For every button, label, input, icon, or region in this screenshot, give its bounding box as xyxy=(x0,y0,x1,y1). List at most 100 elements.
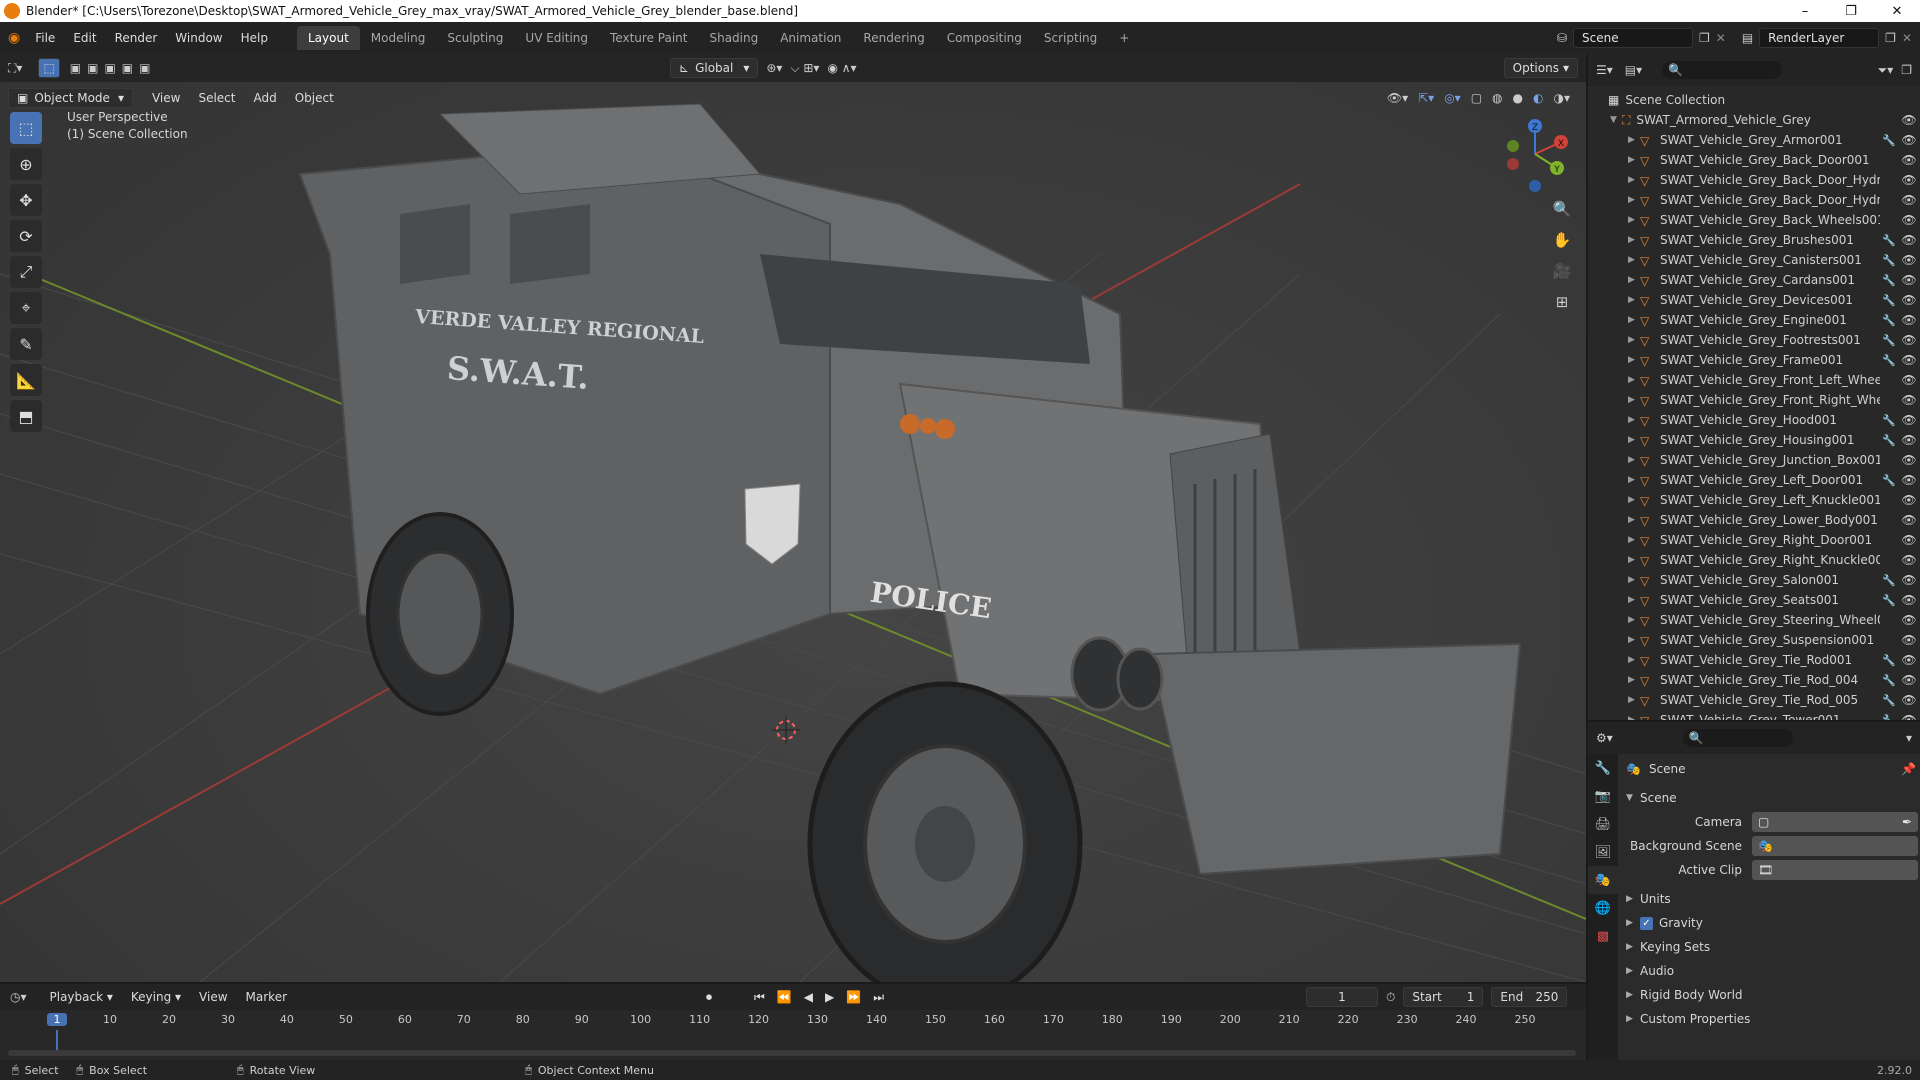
cursor-tool[interactable]: ⊕ xyxy=(10,148,42,180)
expand-arrow-icon[interactable]: ▶ xyxy=(1628,675,1640,685)
move-tool[interactable]: ✥ xyxy=(10,184,42,216)
render-tab-icon[interactable]: 📷 xyxy=(1588,782,1618,810)
new-scene-icon[interactable]: ❐ xyxy=(1699,31,1710,45)
modifier-icon[interactable]: 🔧 xyxy=(1880,274,1898,287)
visibility-eye-icon[interactable]: 👁 xyxy=(1898,373,1920,387)
outliner-item[interactable]: ▶ ▽ SWAT_Vehicle_Grey_Back_Door_Hydrau 👁 xyxy=(1608,190,1920,210)
expand-arrow-icon[interactable]: ▶ xyxy=(1628,555,1640,565)
background-scene-field[interactable]: 🎭 xyxy=(1752,836,1918,856)
expand-arrow-icon[interactable]: ▶ xyxy=(1628,435,1640,445)
select-tool-icon[interactable]: ⬚ xyxy=(38,58,60,78)
outliner-collection[interactable]: ▼ ⛶ SWAT_Armored_Vehicle_Grey 👁 xyxy=(1608,110,1920,130)
custom-properties-panel[interactable]: ▶ Custom Properties xyxy=(1626,1008,1750,1030)
outliner-item[interactable]: ▶ ▽ SWAT_Vehicle_Grey_Footrests001 🔧 👁 xyxy=(1608,330,1920,350)
view-layer-icon[interactable]: ▤ xyxy=(1742,31,1753,45)
outliner-item[interactable]: ▶ ▽ SWAT_Vehicle_Grey_Front_Left_Wheel0 👁 xyxy=(1608,370,1920,390)
maximize-button[interactable]: ❐ xyxy=(1828,4,1874,19)
visibility-eye-icon[interactable]: 👁 xyxy=(1898,113,1920,127)
gravity-panel[interactable]: ▶ ✓ Gravity xyxy=(1626,912,1703,934)
visibility-eye-icon[interactable]: 👁 xyxy=(1898,333,1920,347)
tab-scripting[interactable]: Scripting xyxy=(1033,26,1108,50)
scene-icon[interactable]: ⛁ xyxy=(1557,31,1567,45)
zoom-icon[interactable]: 🔍 xyxy=(1550,194,1574,225)
mode-dropdown[interactable]: ▣ Object Mode ▾ xyxy=(8,88,133,108)
expand-arrow-icon[interactable]: ▶ xyxy=(1628,175,1640,185)
expand-arrow-icon[interactable]: ▶ xyxy=(1628,575,1640,585)
annotate-tool[interactable]: ✎ xyxy=(10,328,42,360)
add-cube-tool[interactable]: ⬒ xyxy=(10,400,42,432)
active-clip-field[interactable]: 🎞 xyxy=(1752,860,1918,880)
visibility-eye-icon[interactable]: 👁 xyxy=(1898,173,1920,187)
measure-tool[interactable]: 📐 xyxy=(10,364,42,396)
transform-tool[interactable]: ⌖ xyxy=(10,292,42,324)
expand-arrow-icon[interactable]: ▶ xyxy=(1628,635,1640,645)
visibility-eye-icon[interactable]: 👁 xyxy=(1898,413,1920,427)
add-workspace-button[interactable]: + xyxy=(1108,26,1140,50)
wireframe-shading-icon[interactable]: ◍ xyxy=(1492,91,1502,105)
blender-menu-icon[interactable]: ◉ xyxy=(8,30,20,46)
gravity-checkbox[interactable]: ✓ xyxy=(1640,916,1653,930)
expand-arrow-icon[interactable]: ▶ xyxy=(1628,535,1640,545)
tab-shading[interactable]: Shading xyxy=(698,26,769,50)
expand-arrow-icon[interactable]: ▶ xyxy=(1628,375,1640,385)
play-icon[interactable]: ▶ xyxy=(825,990,834,1004)
modifier-icon[interactable]: 🔧 xyxy=(1880,134,1898,147)
outliner-item[interactable]: ▶ ▽ SWAT_Vehicle_Grey_Left_Door001 🔧 👁 xyxy=(1608,470,1920,490)
view-layer-tab-icon[interactable]: 🖼 xyxy=(1588,838,1618,866)
expand-arrow-icon[interactable]: ▶ xyxy=(1628,475,1640,485)
visibility-eye-icon[interactable]: 👁 xyxy=(1898,653,1920,667)
menu-playback[interactable]: Playback ▾ xyxy=(41,990,122,1004)
menu-edit[interactable]: Edit xyxy=(64,31,105,45)
outliner-item[interactable]: ▶ ▽ SWAT_Vehicle_Grey_Steering_Wheel001 👁 xyxy=(1608,610,1920,630)
visibility-eye-icon[interactable]: 👁 xyxy=(1898,153,1920,167)
outliner-item[interactable]: ▶ ▽ SWAT_Vehicle_Grey_Armor001 🔧 👁 xyxy=(1608,130,1920,150)
outliner-item[interactable]: ▶ ▽ SWAT_Vehicle_Grey_Tie_Rod_005 🔧 👁 xyxy=(1608,690,1920,710)
visibility-eye-icon[interactable]: 👁 xyxy=(1898,233,1920,247)
gizmo-toggle-icon[interactable]: ⇱▾ xyxy=(1418,91,1434,105)
pin-icon[interactable]: 📌 xyxy=(1901,762,1916,776)
menu-view[interactable]: View xyxy=(143,91,189,105)
tool-tab-icon[interactable]: 🔧 xyxy=(1588,754,1618,782)
expand-arrow-icon[interactable]: ▶ xyxy=(1628,155,1640,165)
outliner-item[interactable]: ▶ ▽ SWAT_Vehicle_Grey_Frame001 🔧 👁 xyxy=(1608,350,1920,370)
expand-arrow-icon[interactable]: ▶ xyxy=(1628,615,1640,625)
outliner-item[interactable]: ▶ ▽ SWAT_Vehicle_Grey_Hood001 🔧 👁 xyxy=(1608,410,1920,430)
outliner-item[interactable]: ▶ ▽ SWAT_Vehicle_Grey_Canisters001 🔧 👁 xyxy=(1608,250,1920,270)
scale-tool[interactable]: ⤢ xyxy=(10,256,42,288)
visibility-eye-icon[interactable]: 👁 xyxy=(1898,293,1920,307)
selection-mode-icons[interactable]: ▣▣▣▣▣ xyxy=(70,61,157,75)
material-shading-icon[interactable]: ◐ xyxy=(1533,91,1543,105)
world-tab-icon[interactable]: 🌐 xyxy=(1588,894,1618,922)
ortho-grid-icon[interactable]: ⊞ xyxy=(1550,287,1574,318)
expand-arrow-icon[interactable]: ▶ xyxy=(1628,695,1640,705)
modifier-icon[interactable]: 🔧 xyxy=(1880,574,1898,587)
overlay-toggle-icon[interactable]: ◎▾ xyxy=(1444,91,1461,105)
visibility-eye-icon[interactable]: 👁 xyxy=(1898,513,1920,527)
clock-icon[interactable]: ⏱ xyxy=(1386,990,1395,1005)
current-frame-field[interactable]: 1 xyxy=(1306,987,1378,1007)
select-box-tool[interactable]: ⬚ xyxy=(10,112,42,144)
expand-arrow-icon[interactable]: ▶ xyxy=(1628,355,1640,365)
armored-vehicle-model[interactable] xyxy=(298,103,1522,982)
output-tab-icon[interactable]: 🖨 xyxy=(1588,810,1618,838)
visibility-icon[interactable]: 👁▾ xyxy=(1387,91,1408,105)
visibility-eye-icon[interactable]: 👁 xyxy=(1898,313,1920,327)
outliner-item[interactable]: ▶ ▽ SWAT_Vehicle_Grey_Cardans001 🔧 👁 xyxy=(1608,270,1920,290)
end-frame-field[interactable]: End 250 xyxy=(1491,987,1568,1007)
units-panel[interactable]: ▶ Units xyxy=(1626,888,1671,910)
transform-orientation-dropdown[interactable]: ⊾ Global ▾ xyxy=(670,58,759,78)
rendered-shading-icon[interactable]: ◑▾ xyxy=(1554,91,1571,105)
proportional-edit-icon[interactable]: ◉ ∧▾ xyxy=(827,61,856,75)
expand-arrow-icon[interactable]: ▼ xyxy=(1610,115,1622,125)
visibility-eye-icon[interactable]: 👁 xyxy=(1898,533,1920,547)
modifier-icon[interactable]: 🔧 xyxy=(1880,694,1898,707)
tab-sculpting[interactable]: Sculpting xyxy=(436,26,514,50)
new-collection-icon[interactable]: ❐ xyxy=(1901,63,1912,77)
outliner-root[interactable]: ▦ Scene Collection xyxy=(1608,90,1920,110)
visibility-eye-icon[interactable]: 👁 xyxy=(1898,253,1920,267)
visibility-eye-icon[interactable]: 👁 xyxy=(1898,453,1920,467)
expand-arrow-icon[interactable]: ▶ xyxy=(1628,515,1640,525)
timeline-ruler[interactable]: 1 10 20 30 40 50 60 70 80 90 100 110 120 130 140 150 160… xyxy=(0,1010,1586,1056)
expand-arrow-icon[interactable]: ▶ xyxy=(1628,295,1640,305)
visibility-eye-icon[interactable]: 👁 xyxy=(1898,213,1920,227)
